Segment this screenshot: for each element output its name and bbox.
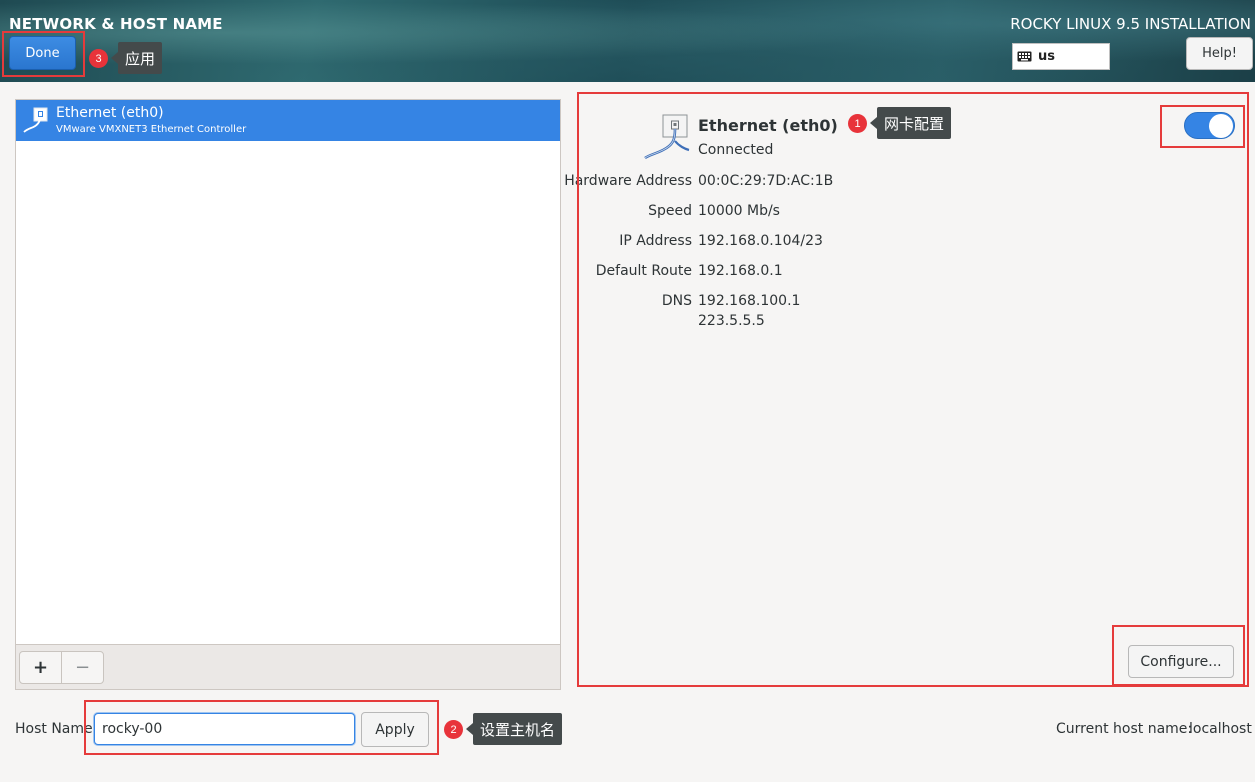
help-button[interactable]: Help! xyxy=(1186,37,1253,70)
add-device-button[interactable]: + xyxy=(19,651,62,684)
device-description: VMware VMXNET3 Ethernet Controller xyxy=(56,124,247,135)
installation-title: ROCKY LINUX 9.5 INSTALLATION xyxy=(1010,15,1251,33)
keyboard-layout-label: us xyxy=(1038,49,1055,64)
keyboard-layout-indicator[interactable]: us xyxy=(1012,43,1110,70)
device-name: Ethernet (eth0) xyxy=(56,105,164,121)
annotation-tooltip-1: 网卡配置 xyxy=(869,107,952,139)
ethernet-icon xyxy=(23,106,49,138)
annotation-badge-3: 3 xyxy=(89,49,108,68)
header-bar: NETWORK & HOST NAME ROCKY LINUX 9.5 INST… xyxy=(0,0,1255,82)
annotation-box-configure xyxy=(1112,625,1245,686)
network-device-list: Ethernet (eth0) VMware VMXNET3 Ethernet … xyxy=(15,99,561,690)
list-toolbar: + − xyxy=(16,644,560,689)
host-name-label: Host Name xyxy=(15,721,93,737)
annotation-box-hostname xyxy=(84,700,439,755)
annotation-box-done xyxy=(2,31,85,77)
keyboard-icon xyxy=(1017,51,1032,62)
annotation-badge-1: 1 xyxy=(848,114,867,133)
annotation-box-toggle xyxy=(1160,105,1245,148)
remove-device-button[interactable]: − xyxy=(61,651,104,684)
annotation-badge-2: 2 xyxy=(444,720,463,739)
annotation-tooltip-3: 应用 xyxy=(110,42,163,74)
list-item-eth0[interactable]: Ethernet (eth0) VMware VMXNET3 Ethernet … xyxy=(16,100,560,141)
current-host-name-value: localhost xyxy=(1189,721,1252,737)
annotation-box-panel xyxy=(577,92,1249,687)
current-host-name-label: Current host name: xyxy=(1056,721,1193,737)
annotation-tooltip-2: 设置主机名 xyxy=(465,713,563,745)
